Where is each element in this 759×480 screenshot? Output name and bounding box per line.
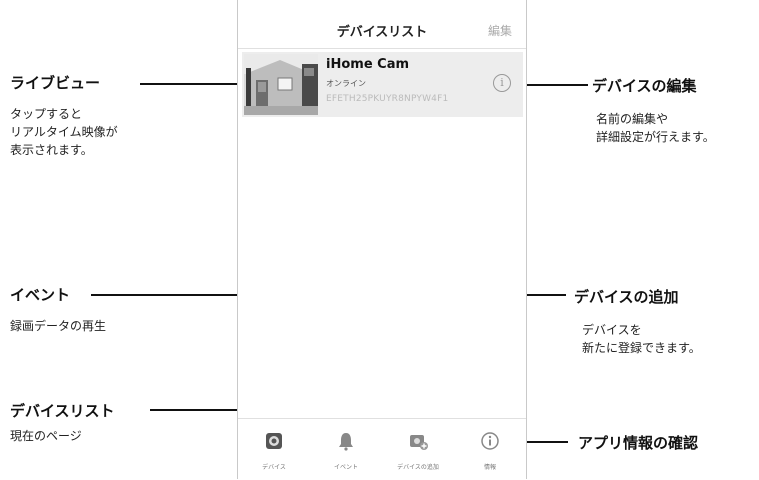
- edit-button[interactable]: 編集: [488, 22, 512, 39]
- tab-label-add-device: デバイスの追加: [397, 464, 439, 471]
- annotation-line: 録画データの再生: [10, 319, 107, 333]
- tab-bar: デバイス イベント デバイスの追加 情報: [238, 418, 526, 480]
- navigation-bar: デバイスリスト 編集: [238, 0, 526, 49]
- annotation-line: 表示されます。: [10, 143, 93, 157]
- tab-info[interactable]: 情報: [454, 419, 526, 480]
- annotation-line: タップすると: [10, 107, 83, 121]
- page-title: デバイスリスト: [336, 25, 428, 40]
- annotation-event: イベント 録画データの再生: [10, 284, 106, 335]
- device-camera-icon: [266, 433, 282, 449]
- annotation-line: 現在のページ: [10, 429, 82, 443]
- info-icon: [481, 432, 499, 450]
- annotation-app-info: アプリ情報の確認: [578, 432, 698, 453]
- annotation-title: デバイスの編集: [592, 77, 697, 95]
- device-name: iHome Cam: [326, 57, 410, 72]
- annotation-line: 詳細設定が行えます。: [596, 130, 715, 144]
- tab-add-device[interactable]: デバイスの追加: [382, 419, 454, 480]
- device-id: EFETH25PKUYR8NPYW4F1: [326, 94, 449, 104]
- annotation-add-device: デバイスの追加 デバイスを 新たに登録できます。: [574, 286, 701, 357]
- annotation-title: イベント: [10, 286, 71, 304]
- tab-label-info: 情報: [483, 464, 496, 471]
- tab-event[interactable]: イベント: [310, 419, 382, 480]
- device-status: オンライン: [326, 79, 366, 88]
- annotation-title: アプリ情報の確認: [578, 434, 699, 452]
- annotation-live-view: ライブビュー タップすると リアルタイム映像が 表示されます。: [10, 72, 118, 159]
- add-device-icon: [410, 435, 428, 450]
- annotation-title: デバイスリスト: [10, 402, 115, 420]
- tab-label-device: デバイス: [262, 464, 286, 471]
- annotation-line: 新たに登録できます。: [582, 341, 701, 355]
- annotation-device-list: デバイスリスト 現在のページ: [10, 400, 115, 445]
- tab-device[interactable]: デバイス: [238, 419, 310, 480]
- annotation-line: デバイスを: [582, 323, 642, 337]
- annotation-title: ライブビュー: [10, 74, 101, 92]
- device-list-item[interactable]: iHome Cam オンライン EFETH25PKUYR8NPYW4F1 i: [242, 52, 523, 117]
- tab-label-event: イベント: [333, 464, 358, 471]
- annotation-line: リアルタイム映像が: [10, 125, 118, 139]
- phone-screen: デバイスリスト 編集 iHome Cam オンライン EFETH25PKUYR8…: [237, 0, 527, 479]
- annotation-line: 名前の編集や: [596, 112, 669, 126]
- live-view-thumbnail[interactable]: [244, 54, 318, 115]
- bell-icon: [339, 433, 353, 451]
- device-info-icon[interactable]: i: [493, 74, 511, 92]
- annotation-edit-device: デバイスの編集 名前の編集や 詳細設定が行えます。: [592, 75, 715, 146]
- camera-preview-image: [244, 54, 318, 115]
- annotation-title: デバイスの追加: [574, 288, 679, 306]
